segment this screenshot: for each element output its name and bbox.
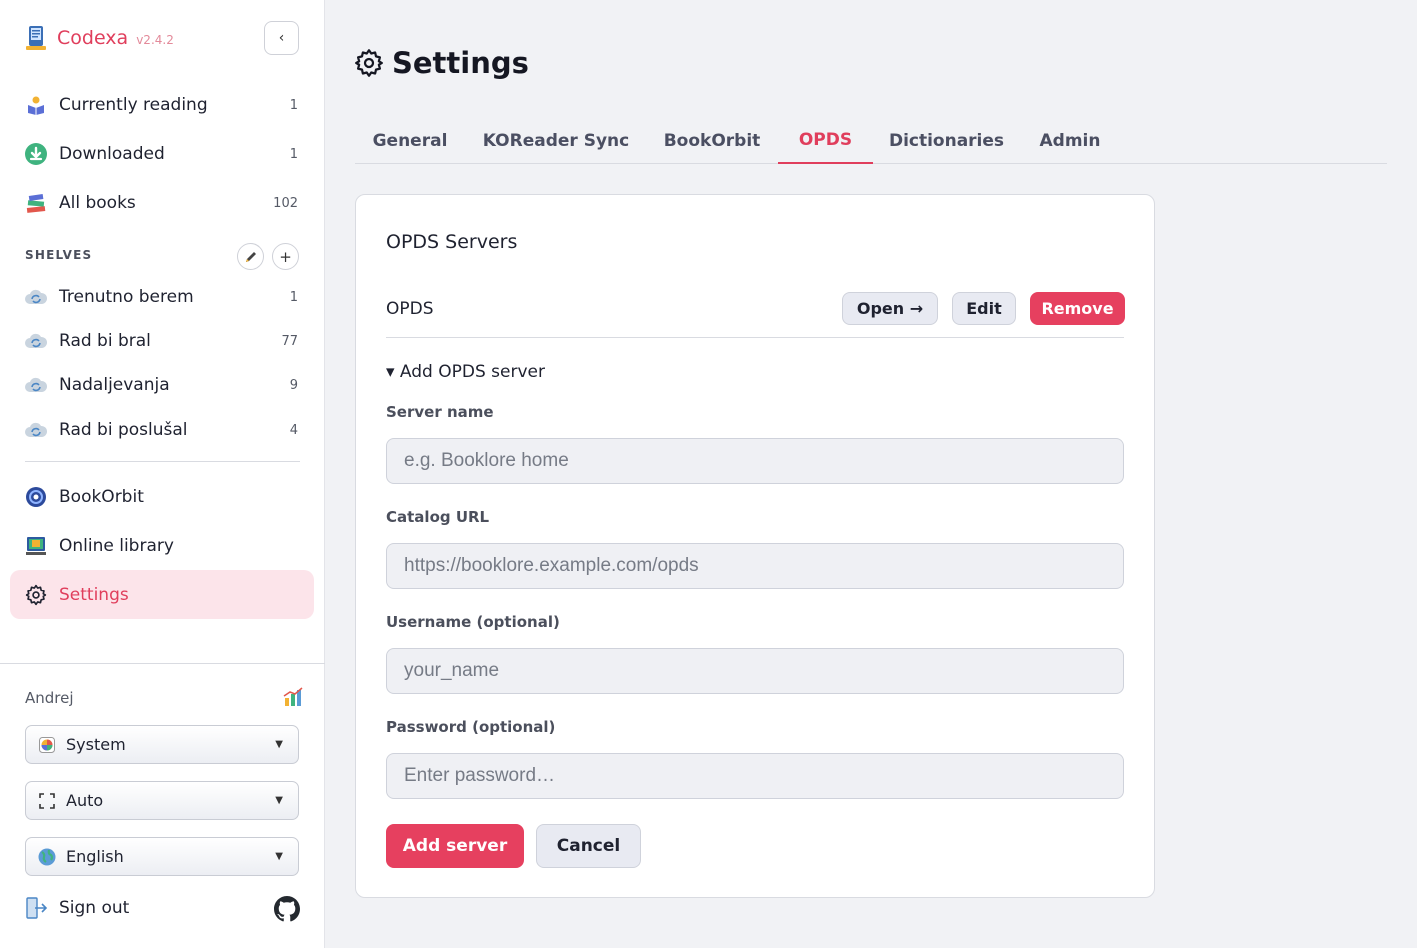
item-count: 4 bbox=[289, 422, 298, 438]
app-logo-icon bbox=[26, 26, 46, 50]
color-palette-icon bbox=[38, 736, 56, 754]
orbit-icon bbox=[24, 485, 48, 509]
gear-icon bbox=[24, 583, 48, 607]
sidebar-shelf-item[interactable]: Trenutno berem 1 bbox=[10, 276, 314, 318]
password-input[interactable] bbox=[386, 753, 1124, 799]
fullscreen-icon bbox=[38, 792, 56, 810]
app-name: Codexa bbox=[57, 27, 129, 49]
sidebar-item-settings[interactable]: Settings bbox=[10, 570, 314, 619]
caret-down-icon: ▼ bbox=[275, 851, 283, 862]
opds-servers-card: OPDS Servers OPDS Open → Edit Remove ▾ A… bbox=[355, 194, 1155, 898]
tab-admin[interactable]: Admin bbox=[1020, 118, 1120, 164]
library-computer-icon bbox=[24, 534, 48, 558]
tab-general[interactable]: General bbox=[355, 118, 465, 164]
tab-bookorbit[interactable]: BookOrbit bbox=[647, 118, 777, 164]
cloud-sync-icon bbox=[24, 329, 48, 353]
sidebar-item-currently-reading[interactable]: Currently reading 1 bbox=[10, 84, 314, 126]
reading-person-icon bbox=[24, 93, 48, 117]
sidebar-divider bbox=[25, 461, 300, 462]
pencil-icon bbox=[245, 251, 256, 262]
chevron-left-icon: ‹ bbox=[278, 30, 285, 46]
books-stack-icon bbox=[24, 191, 48, 215]
cloud-sync-icon bbox=[24, 285, 48, 309]
select-value: Auto bbox=[66, 791, 104, 810]
edit-shelves-button[interactable] bbox=[237, 243, 264, 270]
sidebar-item-label: Nadaljevanja bbox=[59, 375, 170, 395]
sidebar-shelf-item[interactable]: Nadaljevanja 9 bbox=[10, 364, 314, 406]
sidebar-item-label: BookOrbit bbox=[59, 487, 144, 507]
settings-tabs: General KOReader Sync BookOrbit OPDS Dic… bbox=[355, 118, 1387, 164]
brand[interactable]: Codexa v2.4.2 bbox=[25, 24, 174, 52]
sidebar-item-downloaded[interactable]: Downloaded 1 bbox=[10, 133, 314, 175]
sidebar-item-label: Online library bbox=[59, 536, 174, 556]
language-select[interactable]: English ▼ bbox=[25, 837, 299, 876]
page-header: Settings bbox=[354, 46, 529, 80]
sidebar-item-label: Rad bi bral bbox=[59, 331, 151, 351]
sidebar-item-label: Currently reading bbox=[59, 95, 208, 115]
sidebar-item-bookorbit[interactable]: BookOrbit bbox=[10, 476, 314, 518]
sidebar-item-label: Settings bbox=[59, 584, 129, 605]
password-label: Password (optional) bbox=[386, 718, 556, 736]
user-name: Andrej bbox=[25, 689, 74, 707]
github-icon[interactable] bbox=[274, 896, 300, 922]
username-input[interactable] bbox=[386, 648, 1124, 694]
item-count: 77 bbox=[281, 333, 298, 349]
collapse-sidebar-button[interactable]: ‹ bbox=[264, 21, 299, 55]
item-count: 1 bbox=[289, 146, 298, 162]
add-server-button[interactable]: Add server bbox=[386, 824, 524, 868]
download-icon bbox=[24, 142, 48, 166]
sidebar-shelf-item[interactable]: Rad bi poslušal 4 bbox=[10, 409, 314, 451]
server-name-input[interactable] bbox=[386, 438, 1124, 484]
item-count: 102 bbox=[273, 195, 298, 211]
item-count: 1 bbox=[289, 289, 298, 305]
cloud-sync-icon bbox=[24, 373, 48, 397]
gear-icon bbox=[355, 49, 383, 77]
item-count: 9 bbox=[289, 377, 298, 393]
card-title: OPDS Servers bbox=[386, 231, 518, 253]
select-value: System bbox=[66, 735, 126, 754]
plus-icon: + bbox=[279, 247, 292, 266]
sidebar-item-online-library[interactable]: Online library bbox=[10, 525, 314, 567]
sidebar-item-label: All books bbox=[59, 193, 136, 213]
add-shelf-button[interactable]: + bbox=[272, 243, 299, 270]
sidebar-item-all-books[interactable]: All books 102 bbox=[10, 182, 314, 224]
sidebar-footer-divider bbox=[0, 663, 325, 664]
cancel-button[interactable]: Cancel bbox=[536, 824, 641, 868]
remove-server-button[interactable]: Remove bbox=[1030, 292, 1125, 325]
username-label: Username (optional) bbox=[386, 613, 560, 631]
page-title: Settings bbox=[392, 46, 529, 80]
shelves-heading: SHELVES bbox=[25, 248, 93, 262]
sign-out-label: Sign out bbox=[59, 898, 130, 918]
tab-opds[interactable]: OPDS bbox=[778, 118, 873, 164]
server-name: OPDS bbox=[386, 299, 434, 319]
caret-down-icon: ▼ bbox=[275, 739, 283, 750]
add-server-toggle[interactable]: ▾ Add OPDS server bbox=[386, 362, 545, 382]
open-server-button[interactable]: Open → bbox=[842, 292, 938, 325]
sign-out-icon bbox=[26, 897, 48, 919]
server-divider bbox=[386, 337, 1124, 338]
sidebar-item-label: Trenutno berem bbox=[59, 287, 194, 307]
cloud-sync-icon bbox=[24, 418, 48, 442]
edit-server-button[interactable]: Edit bbox=[952, 292, 1016, 325]
theme-select[interactable]: System ▼ bbox=[25, 725, 299, 764]
layout-select[interactable]: Auto ▼ bbox=[25, 781, 299, 820]
item-count: 1 bbox=[289, 97, 298, 113]
sidebar-item-label: Downloaded bbox=[59, 144, 165, 164]
select-value: English bbox=[66, 847, 124, 866]
catalog-url-label: Catalog URL bbox=[386, 508, 490, 526]
sidebar-shelf-item[interactable]: Rad bi bral 77 bbox=[10, 320, 314, 362]
sidebar: Codexa v2.4.2 ‹ Currently reading 1 Down… bbox=[0, 0, 325, 948]
stats-chart-icon[interactable] bbox=[283, 687, 305, 707]
globe-icon bbox=[38, 848, 56, 866]
caret-down-icon: ▼ bbox=[275, 795, 283, 806]
catalog-url-input[interactable] bbox=[386, 543, 1124, 589]
app-version: v2.4.2 bbox=[136, 33, 174, 47]
tab-koreader-sync[interactable]: KOReader Sync bbox=[465, 118, 647, 164]
sidebar-item-label: Rad bi poslušal bbox=[59, 420, 188, 440]
server-name-label: Server name bbox=[386, 403, 494, 421]
sign-out-button[interactable]: Sign out bbox=[25, 896, 129, 920]
tab-dictionaries[interactable]: Dictionaries bbox=[873, 118, 1020, 164]
